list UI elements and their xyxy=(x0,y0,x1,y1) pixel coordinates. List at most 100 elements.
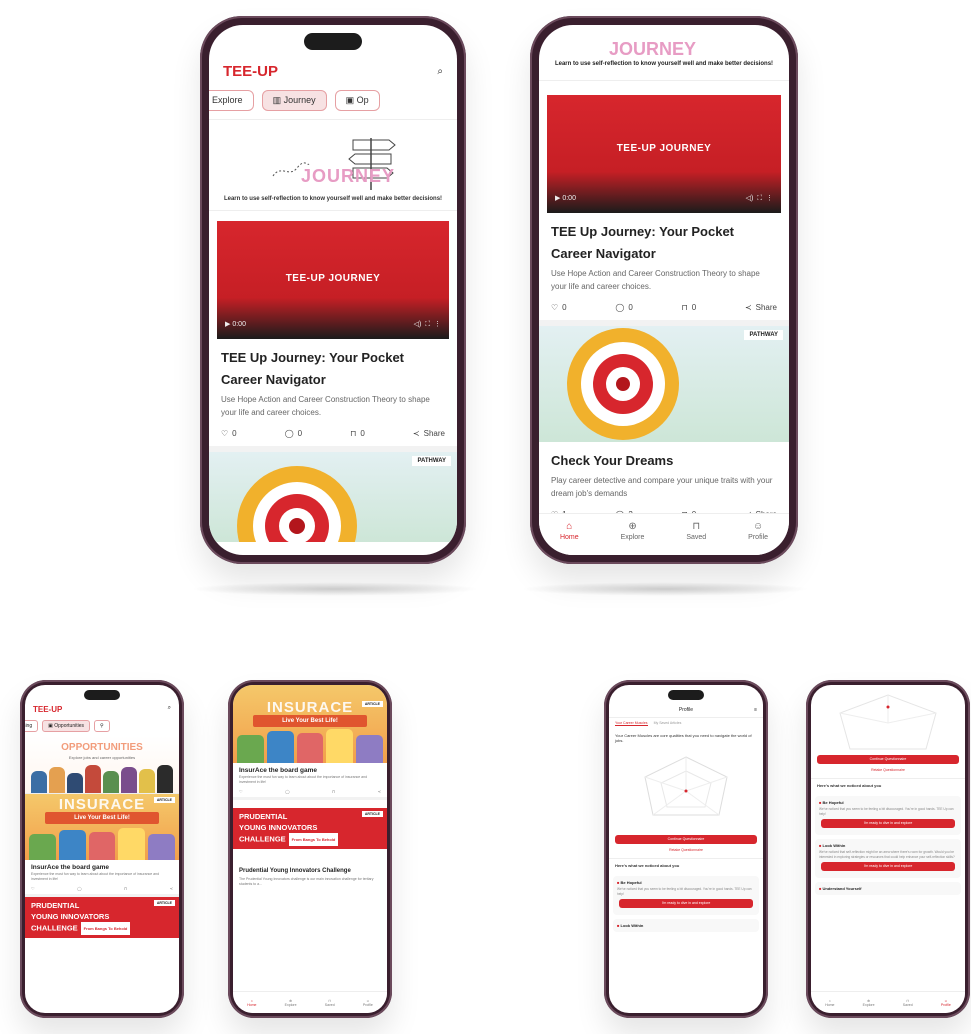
nav-label: Explore xyxy=(284,1002,297,1007)
noticed-desc: We've noticed that you seem to be feelin… xyxy=(617,887,752,896)
tab-career-muscles[interactable]: Your Career Muscles xyxy=(615,721,648,726)
nav-home[interactable]: ⌂ Home xyxy=(825,999,834,1007)
chart-icon: ▥ xyxy=(272,95,284,105)
nav-home[interactable]: ⌂ Home xyxy=(559,521,579,542)
video-time: 0:00 xyxy=(232,321,246,328)
explore-button[interactable]: I'm ready to dive in and explore xyxy=(821,819,955,828)
nav-profile[interactable]: ☺ Profile xyxy=(748,522,768,542)
card-title[interactable]: TEE Up Journey: Your Pocket Career Navig… xyxy=(539,213,789,265)
prudential-line1: PRUDENTIAL xyxy=(31,901,80,910)
prudential-banner[interactable]: ARTICLE PRUDENTIAL YOUNG INNOVATORS CHAL… xyxy=(233,808,387,849)
nav-explore[interactable]: ⊕ Explore xyxy=(621,522,645,542)
chart-icon: ⚲ xyxy=(100,723,104,729)
comment-count: 0 xyxy=(297,429,303,438)
share-icon[interactable]: ≺ xyxy=(378,789,381,794)
phone-insurace-scrolled: INSURACE Live Your Best Life! ARTICLE In… xyxy=(228,680,392,1018)
tab-learning[interactable]: rning xyxy=(25,720,39,732)
prudential-banner[interactable]: ARTICLE PRUDENTIAL YOUNG INNOVATORS CHAL… xyxy=(25,897,179,938)
like-action[interactable]: ♡ 0 xyxy=(221,429,237,438)
tab-label: Opportunities xyxy=(54,723,84,729)
article-badge: ARTICLE xyxy=(361,811,383,817)
insurace-ribbon: Live Your Best Life! xyxy=(45,812,159,824)
heart-icon: ♡ xyxy=(221,429,229,438)
phone-screen: TEE-UP ⌕ ⊙ Explore ▥ Journey ▣ Op JOURNE… xyxy=(209,25,457,555)
video-player[interactable]: TEE-UP JOURNEY ▶ 0:00 ◁) ⛶ ⋮ xyxy=(217,221,449,339)
fullscreen-icon[interactable]: ⛶ xyxy=(425,321,430,328)
tab-journey[interactable]: ▥ Journey xyxy=(261,90,327,111)
card-title[interactable]: InsurAce the board game xyxy=(233,763,387,774)
nav-saved[interactable]: ⊓ Saved xyxy=(325,999,335,1007)
retake-questionnaire-link[interactable]: Retake Questionnaire xyxy=(609,846,763,854)
comment-icon: ◯ xyxy=(284,429,294,438)
save-action[interactable]: ⊓0 xyxy=(350,429,365,438)
tab-opportunities[interactable]: ▣ Op xyxy=(334,90,380,111)
more-icon[interactable]: ⋮ xyxy=(766,195,773,202)
video-title: TEE-UP JOURNEY xyxy=(616,143,712,154)
nav-profile[interactable]: ☺ Profile xyxy=(941,999,951,1007)
phone-profile: Profile ≡ Your Career Muscles My Saved A… xyxy=(604,680,768,1018)
share-icon[interactable]: ≺ xyxy=(170,886,173,891)
noticed-title: Understand Yourself xyxy=(822,886,862,891)
heart-icon[interactable]: ♡ xyxy=(239,789,243,794)
nav-explore[interactable]: ⊕ Explore xyxy=(285,999,297,1007)
continue-questionnaire-button[interactable]: Continue Questionnaire xyxy=(817,755,959,764)
card-title[interactable]: Check Your Dreams xyxy=(539,442,789,472)
phone-screen: INSURACE Live Your Best Life! ARTICLE In… xyxy=(233,685,387,1013)
card-actions: ♡ 0 ◯ 0 ⊓ 0 ≺ Share xyxy=(539,293,789,326)
dreams-image[interactable]: PATHWAY xyxy=(539,326,789,442)
tab-more[interactable]: ⚲ xyxy=(94,720,110,732)
save-action[interactable]: ⊓0 xyxy=(682,303,697,312)
comment-icon[interactable]: ◯ xyxy=(77,886,81,891)
comment-action[interactable]: ◯ 0 xyxy=(285,429,302,438)
nav-label: Saved xyxy=(324,1002,335,1007)
search-icon[interactable]: ⌕ xyxy=(437,66,443,77)
noticed-desc: We've noticed that you seem to be feelin… xyxy=(819,807,954,816)
play-icon[interactable]: ▶ xyxy=(225,321,230,328)
card-title[interactable]: Prudential Young Innovators Challenge xyxy=(233,863,387,876)
share-action[interactable]: ≺Share xyxy=(745,303,777,312)
explore-button[interactable]: I'm ready to dive in and explore xyxy=(619,899,753,908)
video-player[interactable]: TEE-UP JOURNEY ▶ 0:00 ◁) ⛶ ⋮ xyxy=(547,95,781,213)
fullscreen-icon[interactable]: ⛶ xyxy=(757,195,762,202)
nav-profile[interactable]: ☺ Profile xyxy=(363,999,373,1007)
profile-title: Profile xyxy=(678,707,694,713)
tab-saved-articles[interactable]: My Saved Articles xyxy=(654,721,682,726)
heart-icon[interactable]: ♡ xyxy=(31,886,35,891)
nav-label: Home xyxy=(559,534,579,541)
like-action[interactable]: ♡ 0 xyxy=(551,303,567,312)
more-icon[interactable]: ⋮ xyxy=(434,321,441,328)
journey-word: JOURNEY xyxy=(609,39,697,59)
insurace-image[interactable]: INSURACE Live Your Best Life! ARTICLE xyxy=(25,794,179,860)
explore-button[interactable]: I'm ready to dive in and explore xyxy=(821,862,955,871)
bookmark-icon[interactable]: ⊓ xyxy=(124,886,127,891)
nav-saved[interactable]: ⊓ Saved xyxy=(686,522,707,542)
nav-label: Saved xyxy=(902,1002,913,1007)
tab-label: Explore xyxy=(212,95,243,105)
insurace-image[interactable]: INSURACE Live Your Best Life! ARTICLE xyxy=(233,685,387,763)
card-title[interactable]: InsurAce the board game xyxy=(25,860,179,871)
gear-icon[interactable]: ≡ xyxy=(754,707,757,713)
volume-icon[interactable]: ◁) xyxy=(746,195,754,202)
card-title[interactable]: TEE Up Journey: Your Pocket Career Navig… xyxy=(209,339,457,391)
nav-label: Saved xyxy=(686,534,707,541)
tab-opportunities[interactable]: ▣ Opportunities xyxy=(42,720,90,732)
dreams-image[interactable]: PATHWAY xyxy=(209,452,457,542)
nav-home[interactable]: ⌂ Home xyxy=(247,999,256,1007)
nav-explore[interactable]: ⊕ Explore xyxy=(863,999,875,1007)
retake-questionnaire-link[interactable]: Retake Questionnaire xyxy=(811,766,965,774)
home-icon: ⌂ xyxy=(566,521,573,532)
comment-icon[interactable]: ◯ xyxy=(285,789,289,794)
comment-action[interactable]: ◯ 0 xyxy=(615,303,632,312)
nav-saved[interactable]: ⊓ Saved xyxy=(903,999,913,1007)
volume-icon[interactable]: ◁) xyxy=(414,321,422,328)
comment-count: 0 xyxy=(628,303,633,312)
share-action[interactable]: ≺Share xyxy=(413,429,445,438)
play-icon[interactable]: ▶ xyxy=(555,195,560,202)
share-icon: ≺ xyxy=(744,303,752,312)
phone-journey-scrolled: JOURNEY Learn to use self-reflection to … xyxy=(530,16,798,564)
tab-label: Op xyxy=(356,95,369,105)
bookmark-icon[interactable]: ⊓ xyxy=(332,789,335,794)
continue-questionnaire-button[interactable]: Continue Questionnaire xyxy=(615,835,757,844)
tab-explore[interactable]: ⊙ Explore xyxy=(209,90,254,111)
search-icon[interactable]: ⌕ xyxy=(168,705,171,714)
